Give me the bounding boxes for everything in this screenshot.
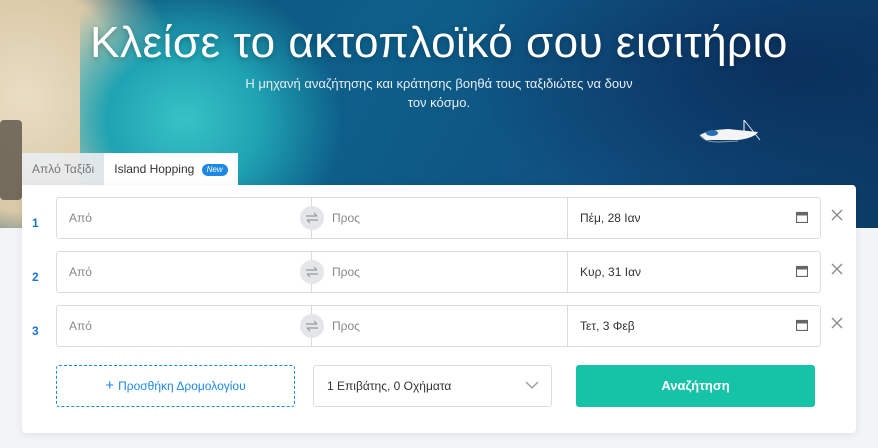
swap-icon	[306, 212, 318, 224]
swap-icon	[306, 320, 318, 332]
to-field[interactable]: Προς	[311, 305, 568, 347]
route-number: 2	[32, 270, 39, 284]
date-field[interactable]: Κυρ, 31 Ιαν	[567, 251, 821, 293]
chevron-down-icon	[525, 381, 539, 389]
swap-button[interactable]	[300, 260, 324, 284]
tab-label: Απλό Ταξίδι	[32, 162, 95, 176]
trip-type-tabs: Απλό Ταξίδι Island Hopping New	[22, 153, 238, 185]
to-field[interactable]: Προς	[311, 251, 568, 293]
calendar-icon	[796, 211, 808, 223]
from-placeholder: Από	[69, 211, 92, 225]
tab-simple-trip[interactable]: Απλό Ταξίδι	[22, 153, 105, 185]
date-value: Πέμ, 28 Ιαν	[580, 211, 641, 225]
date-value: Τετ, 3 Φεβ	[580, 319, 635, 333]
from-placeholder: Από	[69, 319, 92, 333]
from-placeholder: Από	[69, 265, 92, 279]
close-icon[interactable]	[831, 263, 843, 275]
date-field[interactable]: Πέμ, 28 Ιαν	[567, 197, 821, 239]
plus-icon: +	[105, 377, 115, 394]
from-field[interactable]: Από	[56, 197, 312, 239]
passengers-select[interactable]: 1 Επιβάτης, 0 Οχήματα	[313, 365, 552, 407]
swap-button[interactable]	[300, 206, 324, 230]
page-title: Κλείσε το ακτοπλοϊκό σου εισιτήριο	[90, 18, 788, 67]
from-field[interactable]: Από	[56, 251, 312, 293]
add-route-button[interactable]: + Προσθήκη Δρομολογίου	[56, 365, 295, 407]
tab-island-hopping[interactable]: Island Hopping New	[104, 153, 238, 185]
date-value: Κυρ, 31 Ιαν	[580, 265, 642, 279]
hero-rocks-shape	[0, 120, 22, 200]
calendar-icon	[796, 265, 808, 277]
to-field[interactable]: Προς	[311, 197, 568, 239]
new-badge: New	[201, 164, 228, 176]
page-subtitle: Η μηχανή αναζήτησης και κράτησης βοηθά τ…	[245, 76, 633, 110]
tab-label: Island Hopping	[114, 162, 195, 176]
from-field[interactable]: Από	[56, 305, 312, 347]
route-number: 3	[32, 324, 39, 338]
to-placeholder: Προς	[332, 319, 360, 333]
boat-icon	[699, 119, 761, 143]
passengers-value: 1 Επιβάτης, 0 Οχήματα	[327, 379, 452, 393]
swap-icon	[306, 266, 318, 278]
add-route-label: Προσθήκη Δρομολογίου	[118, 379, 246, 393]
search-button[interactable]: Αναζήτηση	[576, 365, 815, 407]
to-placeholder: Προς	[332, 265, 360, 279]
close-icon[interactable]	[831, 209, 843, 221]
to-placeholder: Προς	[332, 211, 360, 225]
swap-button[interactable]	[300, 314, 324, 338]
route-number: 1	[32, 216, 39, 230]
calendar-icon	[796, 319, 808, 331]
date-field[interactable]: Τετ, 3 Φεβ	[567, 305, 821, 347]
close-icon[interactable]	[831, 317, 843, 329]
